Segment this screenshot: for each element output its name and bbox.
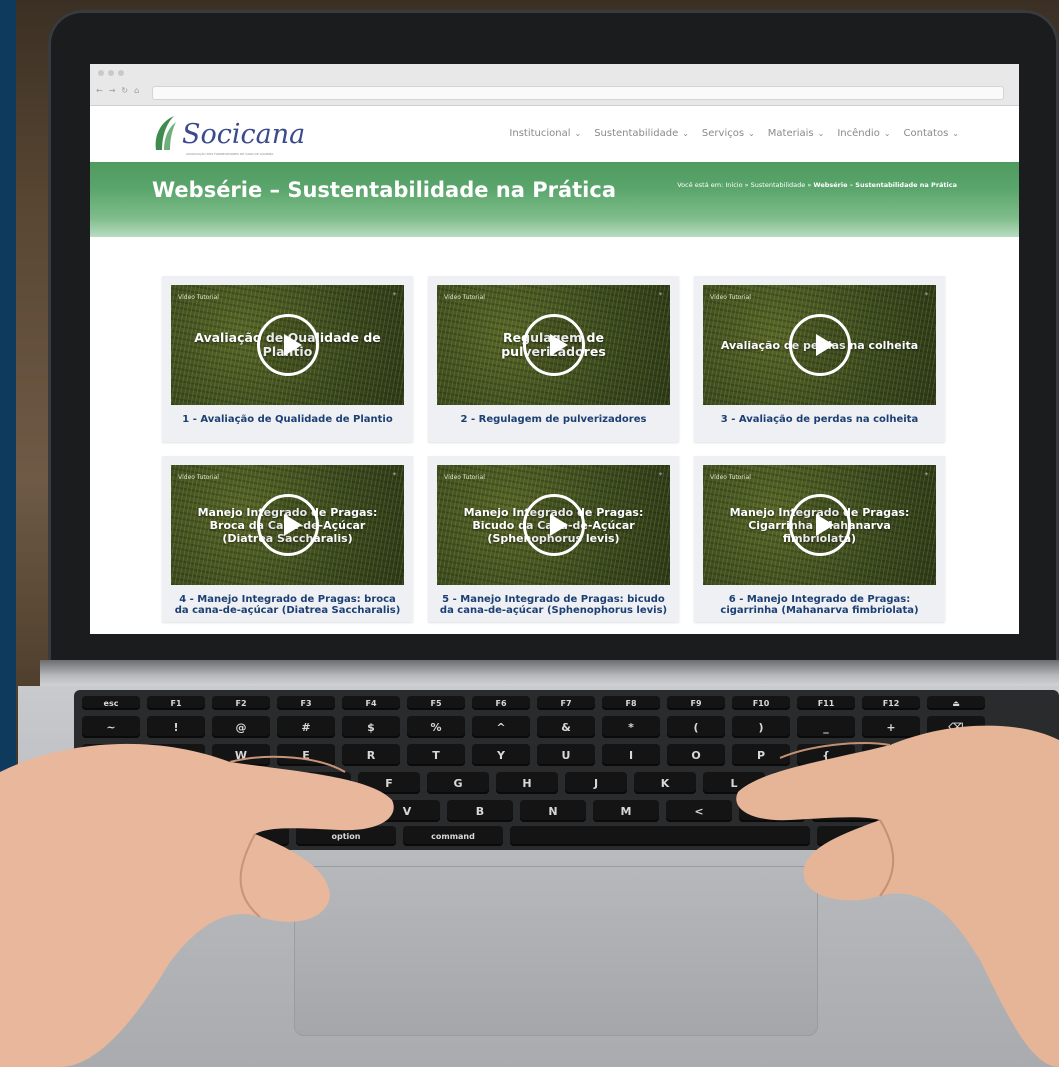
key[interactable]: F3 bbox=[277, 696, 335, 710]
key[interactable]: J bbox=[565, 772, 627, 794]
chevron-down-icon: ⌄ bbox=[574, 129, 582, 138]
video-thumbnail[interactable]: Vídeo Tutorial ✦ Manejo Integrado de Pra… bbox=[171, 465, 404, 585]
site-logo[interactable]: Socicana ASSOCIAÇÃO DOS FORNECEDORES DE … bbox=[152, 114, 306, 156]
video-card-3[interactable]: Vídeo Tutorial ✦ Avaliação de perdas na … bbox=[694, 276, 945, 442]
leaf-logo-icon bbox=[155, 116, 176, 150]
video-caption[interactable]: 2 - Regulagem de pulverizadores bbox=[437, 414, 670, 425]
back-icon[interactable]: ← bbox=[96, 86, 103, 95]
key[interactable]: B bbox=[447, 800, 513, 822]
video-thumbnail[interactable]: Vídeo Tutorial ✦ Regulagem de pulverizad… bbox=[437, 285, 670, 405]
chevron-down-icon: ⌄ bbox=[952, 129, 959, 138]
key[interactable]: * bbox=[602, 716, 660, 738]
video-card-5[interactable]: Vídeo Tutorial ✦ Manejo Integrado de Pra… bbox=[428, 456, 679, 622]
window-dots bbox=[98, 70, 124, 76]
video-thumbnail[interactable]: Vídeo Tutorial ✦ Avaliação de Qualidade … bbox=[171, 285, 404, 405]
play-icon[interactable] bbox=[256, 314, 319, 376]
video-caption[interactable]: 3 - Avaliação de perdas na colheita bbox=[703, 414, 936, 425]
key[interactable]: F1 bbox=[147, 696, 205, 710]
address-bar[interactable] bbox=[152, 86, 1004, 100]
page-title: Websérie – Sustentabilidade na Prática bbox=[152, 178, 616, 202]
key[interactable]: esc bbox=[82, 696, 140, 710]
main-nav: Institucional ⌄ Sustentabilidade ⌄ Serviço… bbox=[509, 128, 959, 139]
page-title-band: Websérie – Sustentabilidade na Prática V… bbox=[90, 162, 1019, 237]
key[interactable]: F9 bbox=[667, 696, 725, 710]
chevron-down-icon: ⌄ bbox=[883, 129, 891, 138]
video-caption[interactable]: 1 - Avaliação de Qualidade de Plantio bbox=[171, 414, 404, 425]
chevron-down-icon: ⌄ bbox=[682, 129, 689, 138]
laptop-screen: ← → ↻ ⌂ Socicana ASSOCIAÇÃO DOS FORNECED… bbox=[90, 64, 1019, 634]
video-card-6[interactable]: Vídeo Tutorial ✦ Manejo Integrado de Pra… bbox=[694, 456, 945, 622]
chevron-down-icon: ⌄ bbox=[817, 129, 825, 138]
key[interactable]: G bbox=[427, 772, 489, 794]
key[interactable]: F6 bbox=[472, 696, 530, 710]
key[interactable]: F2 bbox=[212, 696, 270, 710]
key[interactable]: M bbox=[593, 800, 659, 822]
logo-text: Socicana bbox=[182, 119, 306, 150]
video-caption[interactable]: 4 - Manejo Integrado de Pragas: broca da… bbox=[171, 594, 404, 616]
video-thumbnail[interactable]: Vídeo Tutorial ✦ Manejo Integrado de Pra… bbox=[437, 465, 670, 585]
chevron-down-icon: ⌄ bbox=[748, 129, 755, 138]
nav-materiais[interactable]: Materiais ⌄ bbox=[768, 128, 825, 139]
breadcrumb: Você está em: Início » Sustentabilidade … bbox=[675, 180, 957, 191]
key[interactable]: Y bbox=[472, 744, 530, 766]
video-card-4[interactable]: Vídeo Tutorial ✦ Manejo Integrado de Pra… bbox=[162, 456, 413, 622]
nav-incendio[interactable]: Incêndio ⌄ bbox=[837, 128, 890, 139]
key[interactable]: K bbox=[634, 772, 696, 794]
key[interactable]: I bbox=[602, 744, 660, 766]
key[interactable]: N bbox=[520, 800, 586, 822]
key[interactable]: & bbox=[537, 716, 595, 738]
breadcrumb-path[interactable]: Você está em: Início » Sustentabilidade … bbox=[677, 181, 813, 189]
key[interactable]: F7 bbox=[537, 696, 595, 710]
key[interactable]: F4 bbox=[342, 696, 400, 710]
key[interactable]: ( bbox=[667, 716, 725, 738]
video-thumbnail[interactable]: Vídeo Tutorial ✦ Avaliação de perdas na … bbox=[703, 285, 936, 405]
nav-sustentabilidade[interactable]: Sustentabilidade ⌄ bbox=[594, 128, 689, 139]
play-icon[interactable] bbox=[522, 314, 585, 376]
video-grid: Vídeo Tutorial ✦ Avaliação de Qualidade … bbox=[162, 276, 945, 622]
play-icon[interactable] bbox=[256, 494, 319, 556]
key[interactable]: F8 bbox=[602, 696, 660, 710]
logo-tagline: ASSOCIAÇÃO DOS FORNECEDORES DE CANA DE G… bbox=[186, 152, 274, 156]
key[interactable]: F5 bbox=[407, 696, 465, 710]
video-card-2[interactable]: Vídeo Tutorial ✦ Regulagem de pulverizad… bbox=[428, 276, 679, 442]
key[interactable]: H bbox=[496, 772, 558, 794]
nav-contatos[interactable]: Contatos ⌄ bbox=[904, 128, 959, 139]
video-caption[interactable]: 6 - Manejo Integrado de Pragas: cigarrin… bbox=[703, 594, 936, 616]
forward-icon[interactable]: → bbox=[109, 86, 116, 95]
play-icon[interactable] bbox=[522, 494, 585, 556]
nav-institucional[interactable]: Institucional ⌄ bbox=[509, 128, 581, 139]
key[interactable]: O bbox=[667, 744, 725, 766]
site-header: Socicana ASSOCIAÇÃO DOS FORNECEDORES DE … bbox=[90, 106, 1019, 162]
home-icon[interactable]: ⌂ bbox=[134, 86, 139, 95]
left-hand bbox=[0, 743, 394, 1067]
video-card-1[interactable]: Vídeo Tutorial ✦ Avaliação de Qualidade … bbox=[162, 276, 413, 442]
browser-nav-buttons[interactable]: ← → ↻ ⌂ bbox=[96, 86, 139, 95]
right-hand bbox=[736, 725, 1059, 1067]
play-icon[interactable] bbox=[788, 314, 851, 376]
play-icon[interactable] bbox=[788, 494, 851, 556]
key[interactable]: U bbox=[537, 744, 595, 766]
key[interactable]: ^ bbox=[472, 716, 530, 738]
laptop-hinge bbox=[40, 660, 1059, 686]
video-caption[interactable]: 5 - Manejo Integrado de Pragas: bicudo d… bbox=[437, 594, 670, 616]
browser-chrome: ← → ↻ ⌂ bbox=[90, 64, 1019, 106]
video-thumbnail[interactable]: Vídeo Tutorial ✦ Manejo Integrado de Pra… bbox=[703, 465, 936, 585]
nav-servicos[interactable]: Serviços ⌄ bbox=[702, 128, 755, 139]
breadcrumb-current: Websérie – Sustentabilidade na Prática bbox=[813, 181, 957, 189]
reload-icon[interactable]: ↻ bbox=[121, 86, 128, 95]
